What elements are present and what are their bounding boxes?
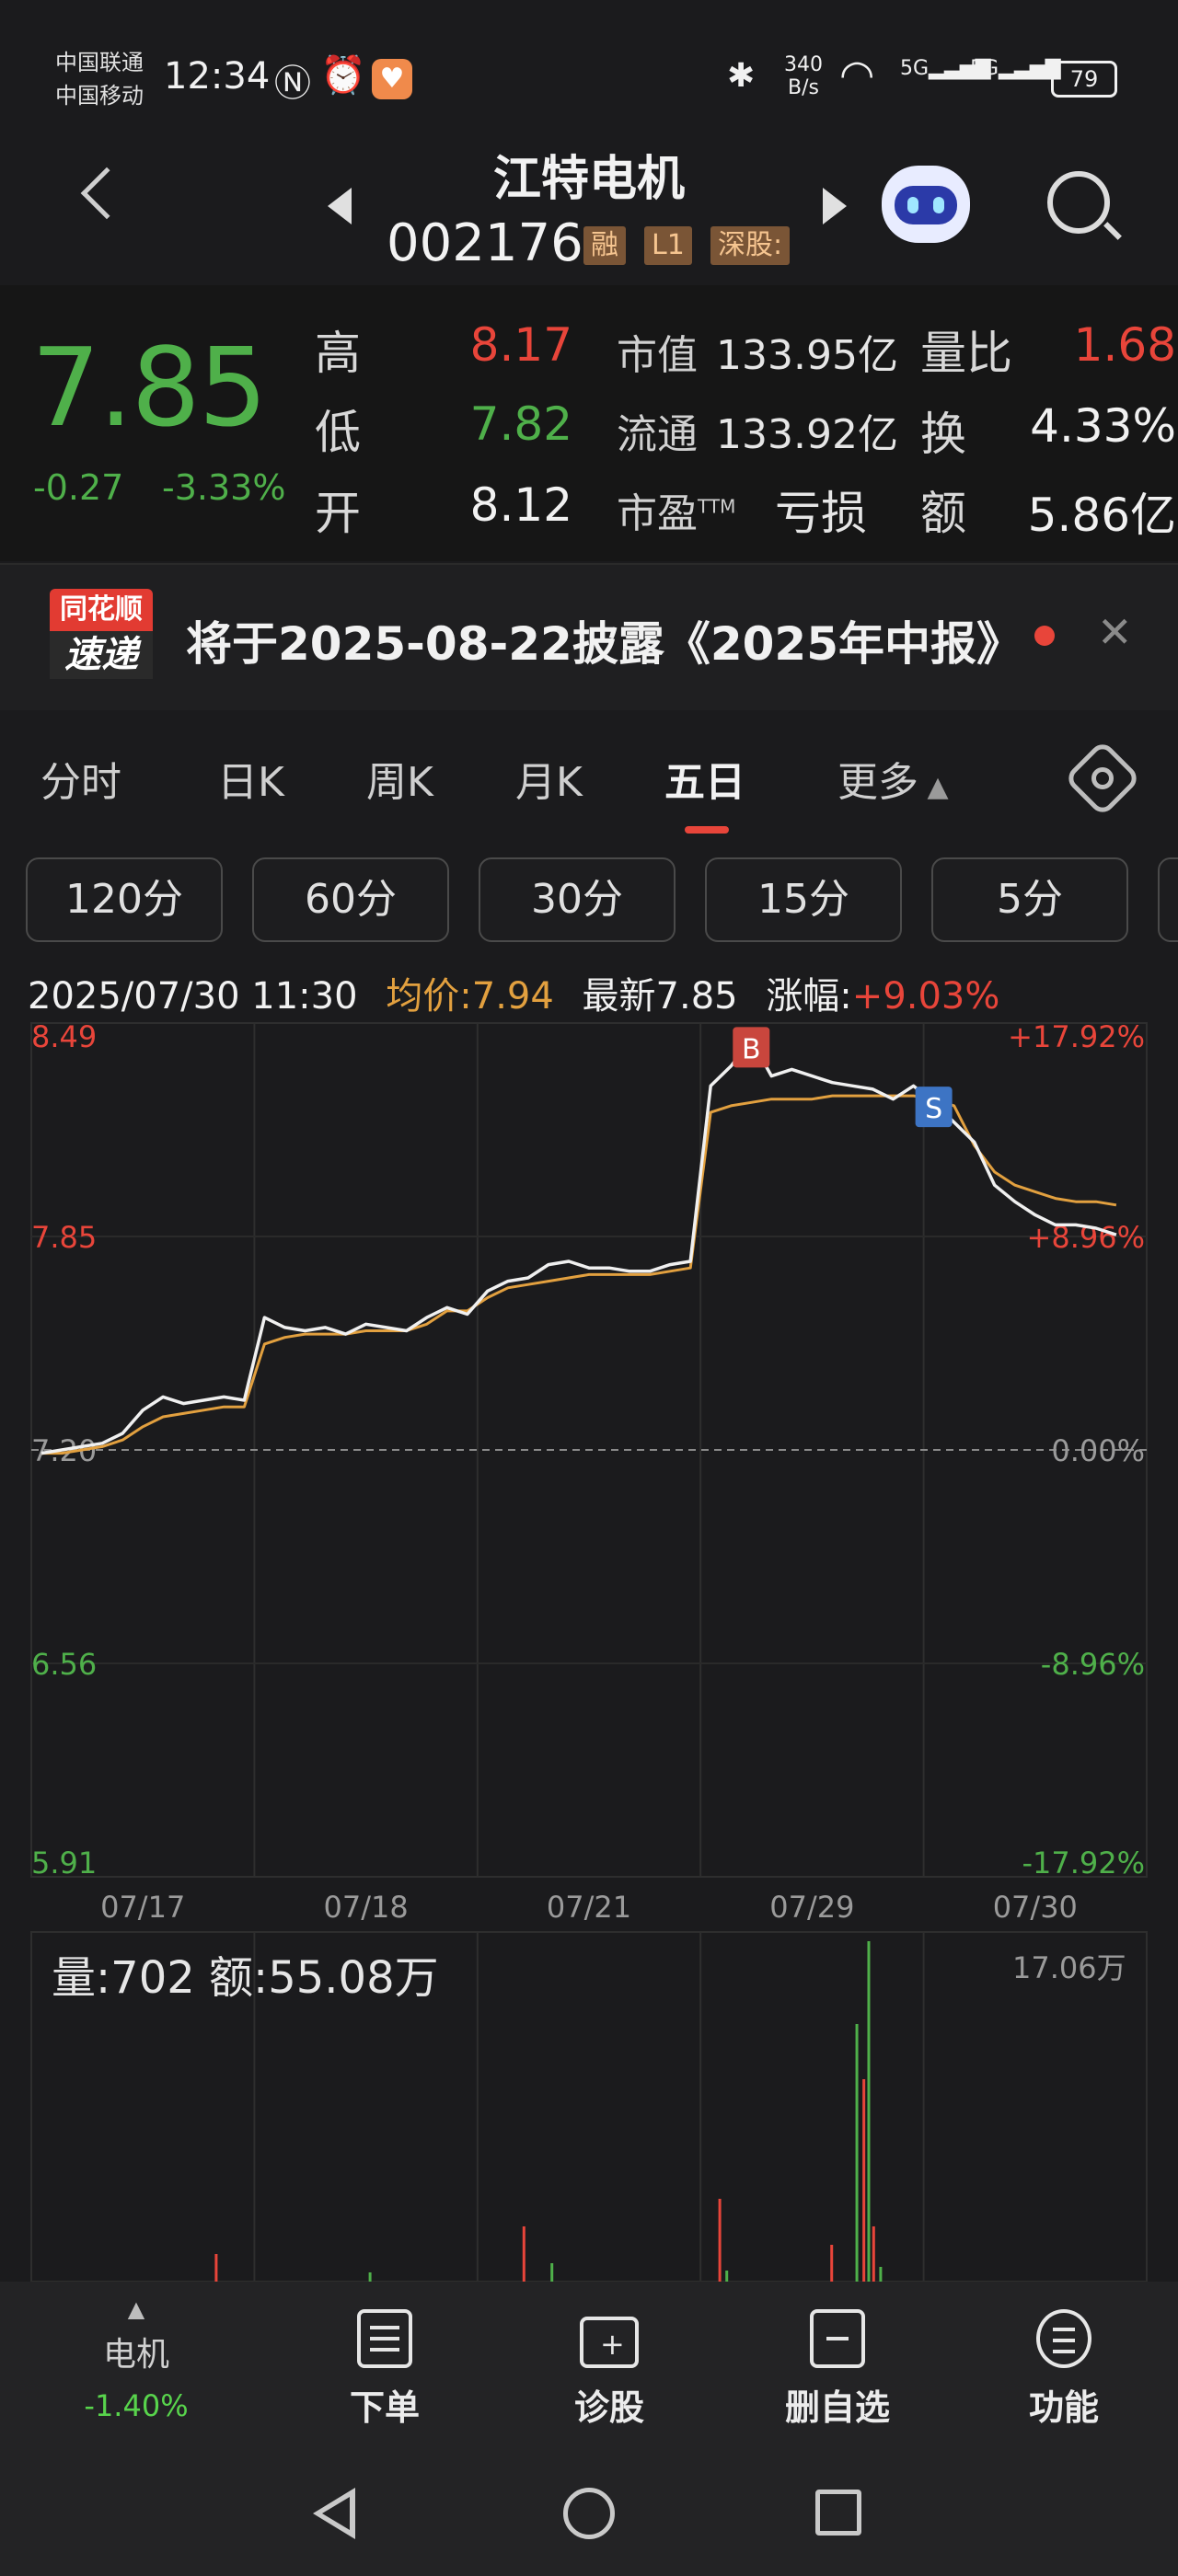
- x-tick-label: 07/21: [547, 1890, 631, 1925]
- price-chart-svg: 8.497.857.206.565.91+17.92%+8.96%0.00%-8…: [30, 1019, 1148, 2282]
- order-button[interactable]: 下单: [293, 2309, 477, 2430]
- x-tick-label: 07/29: [769, 1890, 854, 1925]
- volume-bar: [867, 1941, 871, 2282]
- volume-bar: [214, 2254, 218, 2282]
- y-tick-right: 0.00%: [1051, 1433, 1145, 1468]
- sector-name: 电机: [102, 2336, 169, 2374]
- diagnose-button[interactable]: + 诊股: [517, 2309, 701, 2430]
- volume-bar: [368, 2272, 372, 2282]
- volume-bar: [718, 2199, 722, 2282]
- y-tick-right: -8.96%: [1041, 1647, 1145, 1682]
- order-icon: [357, 2309, 412, 2368]
- x-tick-label: 07/30: [993, 1890, 1078, 1925]
- series-line-price: [40, 1038, 1117, 1455]
- nav-back-icon-inner: [322, 2497, 350, 2530]
- x-tick-label: 07/18: [323, 1890, 408, 1925]
- volume-bar: [550, 2263, 554, 2282]
- functions-button[interactable]: 功能: [972, 2309, 1156, 2430]
- y-tick-right: -17.92%: [1022, 1846, 1145, 1880]
- menu-icon: [1036, 2309, 1091, 2368]
- nav-recent-icon[interactable]: [815, 2490, 861, 2536]
- y-tick-left: 5.91: [31, 1846, 97, 1880]
- sector-info[interactable]: ▲ 电机 -1.40%: [44, 2296, 228, 2423]
- y-tick-left: 6.56: [31, 1647, 97, 1682]
- nav-home-icon[interactable]: [563, 2488, 615, 2539]
- trade-marker-label: S: [925, 1093, 942, 1125]
- volume-bar: [522, 2226, 525, 2282]
- remove-watchlist-icon: [810, 2309, 865, 2368]
- volume-bar: [862, 2079, 866, 2282]
- sector-change: -1.40%: [84, 2388, 189, 2423]
- x-tick-label: 07/17: [100, 1890, 185, 1925]
- y-tick-left: 7.85: [31, 1220, 97, 1255]
- volume-bar: [855, 2024, 859, 2282]
- y-tick-right: +17.92%: [1008, 1019, 1145, 1054]
- volume-bar: [879, 2267, 883, 2282]
- volume-max-label: 17.06万: [1012, 1950, 1126, 1985]
- volume-bar: [872, 2226, 875, 2282]
- y-tick-left: 8.49: [31, 1019, 97, 1054]
- volume-info: 量:702 额:55.08万: [52, 1952, 439, 2004]
- volume-bar: [830, 2245, 834, 2282]
- volume-bar: [725, 2271, 729, 2282]
- trade-marker-label: B: [742, 1033, 761, 1065]
- remove-watchlist-button[interactable]: 删自选: [745, 2309, 930, 2430]
- diagnose-icon: +: [580, 2317, 639, 2368]
